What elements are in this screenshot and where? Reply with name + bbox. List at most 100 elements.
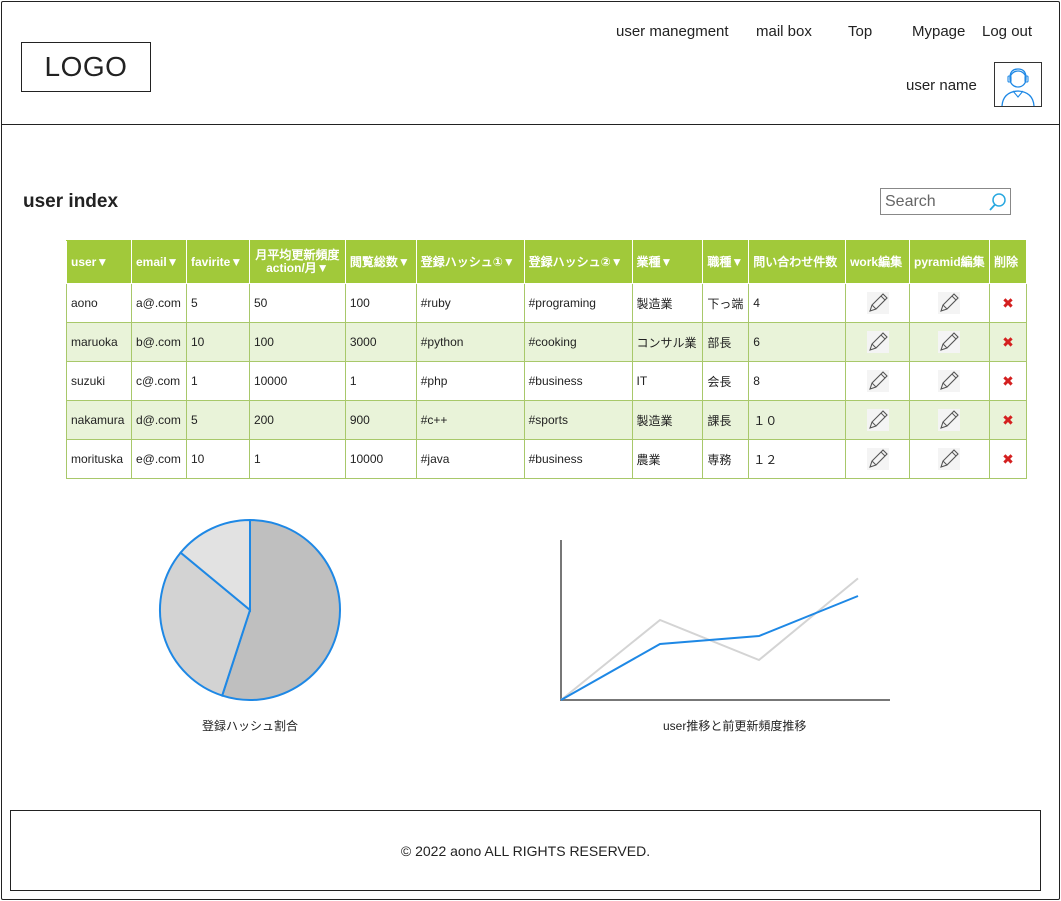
email-cell: a@.com	[130, 283, 187, 323]
user-table: user▼ email▼ favirite▼ 月平均更新頻度 action/月▼…	[66, 240, 1028, 479]
inquiries-cell: 6	[748, 322, 847, 362]
pie-chart-label: 登録ハッシュ割合	[202, 719, 299, 733]
job-cell: 専務	[702, 439, 750, 479]
column-header-hash-2[interactable]: 登録ハッシュ②▼	[523, 240, 633, 284]
favorite-cell: 5	[185, 283, 250, 323]
line-series-2	[560, 595, 859, 701]
pyramid-edit-button[interactable]	[909, 283, 990, 323]
delete-button[interactable]: ✖	[988, 439, 1028, 479]
industry-cell: コンサル業	[631, 322, 704, 362]
update-frequency-cell: 200	[248, 400, 346, 440]
view-total-cell: 10000	[344, 439, 417, 479]
inquiries-cell: 4	[748, 283, 847, 323]
hash-2-cell: #cooking	[523, 322, 633, 362]
column-header-pyramid-edit: pyramid編集	[909, 240, 990, 284]
logo[interactable]: LOGO	[21, 42, 151, 92]
pyramid-edit-button[interactable]	[909, 361, 990, 401]
pencil-icon[interactable]	[866, 409, 889, 431]
delete-icon[interactable]: ✖	[1002, 295, 1014, 311]
chart-axes	[560, 540, 890, 701]
pencil-icon[interactable]	[866, 331, 889, 353]
hash-2-cell: #business	[523, 361, 633, 401]
update-frequency-cell: 50	[248, 283, 346, 323]
delete-icon[interactable]: ✖	[1002, 412, 1014, 428]
nav-mail-box[interactable]: mail box	[756, 23, 812, 40]
column-header-email[interactable]: email▼	[130, 240, 187, 284]
footer: © 2022 aono ALL RIGHTS RESERVED.	[10, 810, 1041, 891]
page-title: user index	[23, 191, 119, 212]
work-edit-button[interactable]	[845, 283, 910, 323]
user-avatar-icon[interactable]	[994, 62, 1042, 107]
email-cell: d@.com	[130, 400, 187, 440]
hash-2-cell: #business	[523, 439, 633, 479]
hash-1-cell: #python	[415, 322, 525, 362]
update-frequency-cell: 1	[248, 439, 346, 479]
column-header-view-total[interactable]: 閲覧総数▼	[344, 240, 417, 284]
favorite-cell: 5	[185, 400, 250, 440]
favorite-cell: 1	[185, 361, 250, 401]
hash-1-cell: #java	[415, 439, 525, 479]
table-row: nakamura d@.com 5 200 900 #c++ #sports 製造業 課長 １０ ✖	[66, 400, 1028, 440]
work-edit-button[interactable]	[845, 439, 910, 479]
pencil-icon[interactable]	[866, 370, 889, 392]
hash-1-cell: #php	[415, 361, 525, 401]
pencil-icon[interactable]	[938, 448, 961, 470]
delete-icon[interactable]: ✖	[1002, 334, 1014, 350]
column-header-update-frequency[interactable]: 月平均更新頻度 action/月▼	[248, 240, 346, 284]
job-cell: 下っ端	[702, 283, 750, 323]
table-header-row: user▼ email▼ favirite▼ 月平均更新頻度 action/月▼…	[66, 240, 1028, 284]
copyright-text: © 2022 aono ALL RIGHTS RESERVED.	[400, 842, 651, 859]
inquiries-cell: １２	[748, 439, 847, 479]
pyramid-edit-button[interactable]	[909, 439, 990, 479]
pyramid-edit-button[interactable]	[909, 400, 990, 440]
pencil-icon[interactable]	[866, 292, 889, 314]
view-total-cell: 100	[344, 283, 417, 323]
column-header-industry[interactable]: 業種▼	[631, 240, 704, 284]
inquiries-cell: １０	[748, 400, 847, 440]
table-row: morituska e@.com 10 1 10000 #java #business 農業専…	[66, 439, 1028, 479]
search-input[interactable]	[885, 191, 985, 212]
delete-button[interactable]: ✖	[988, 283, 1028, 323]
line-chart	[560, 540, 890, 701]
hash-2-cell: #sports	[523, 400, 633, 440]
pie-chart	[159, 518, 341, 701]
pencil-icon[interactable]	[938, 292, 961, 314]
job-cell: 部長	[702, 322, 750, 362]
user-cell: nakamura	[66, 400, 132, 440]
nav-user-management[interactable]: user manegment	[616, 23, 729, 40]
column-header-job[interactable]: 職種▼	[702, 240, 750, 284]
column-header-delete: 削除	[988, 240, 1028, 284]
delete-button[interactable]: ✖	[988, 400, 1028, 440]
view-total-cell: 1	[344, 361, 417, 401]
update-frequency-cell: 100	[248, 322, 346, 362]
nav-logout[interactable]: Log out	[982, 23, 1032, 40]
pencil-icon[interactable]	[866, 448, 889, 470]
delete-icon[interactable]: ✖	[1002, 373, 1014, 389]
user-cell: maruoka	[66, 322, 132, 362]
search-icon[interactable]	[988, 192, 1008, 217]
column-header-favorite[interactable]: favirite▼	[185, 240, 250, 284]
delete-icon[interactable]: ✖	[1002, 451, 1014, 467]
industry-cell: 農業	[631, 439, 704, 479]
delete-button[interactable]: ✖	[988, 322, 1028, 362]
column-header-user[interactable]: user▼	[66, 240, 132, 284]
job-cell: 課長	[702, 400, 750, 440]
job-cell: 会長	[702, 361, 750, 401]
pencil-icon[interactable]	[938, 409, 961, 431]
nav-mypage[interactable]: Mypage	[912, 23, 965, 40]
update-frequency-cell: 10000	[248, 361, 346, 401]
delete-button[interactable]: ✖	[988, 361, 1028, 401]
work-edit-button[interactable]	[845, 400, 910, 440]
nav-top[interactable]: Top	[848, 23, 872, 40]
column-header-hash-1[interactable]: 登録ハッシュ①▼	[415, 240, 525, 284]
work-edit-button[interactable]	[845, 361, 910, 401]
pencil-icon[interactable]	[938, 370, 961, 392]
work-edit-button[interactable]	[845, 322, 910, 362]
search-box[interactable]	[880, 188, 1011, 215]
pencil-icon[interactable]	[938, 331, 961, 353]
industry-cell: 製造業	[631, 400, 704, 440]
pyramid-edit-button[interactable]	[909, 322, 990, 362]
favorite-cell: 10	[185, 322, 250, 362]
inquiries-cell: 8	[748, 361, 847, 401]
site-header: LOGO user manegment mail box Top Mypage …	[1, 1, 1060, 125]
